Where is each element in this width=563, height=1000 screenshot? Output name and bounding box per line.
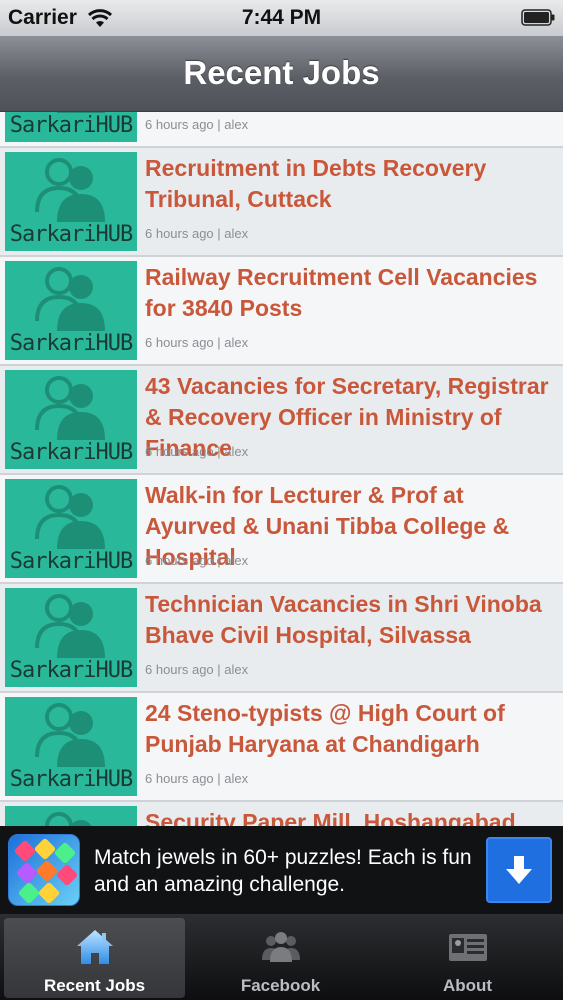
job-list-item[interactable]: SarkariHUB 24 Steno-typists @ High Court … (0, 693, 563, 802)
people-icon (262, 932, 300, 962)
job-meta: 6 hours ago | alex (145, 117, 249, 132)
job-thumbnail: SarkariHUB (5, 479, 137, 578)
job-title[interactable]: Security Paper Mill, Hoshangabad (145, 807, 555, 826)
page-title: Recent Jobs (183, 54, 380, 91)
tab-bar: Recent Jobs Facebook About (0, 914, 563, 1000)
job-thumbnail: SarkariHUB (5, 588, 137, 687)
thumbnail-brand-text: SarkariHUB (9, 440, 133, 465)
people-silhouette-icon (45, 812, 92, 826)
people-silhouette-icon (35, 267, 105, 331)
ad-app-icon[interactable] (8, 834, 80, 906)
job-meta: 6 hours ago | alex (145, 335, 249, 350)
id-card-icon (449, 934, 487, 961)
job-list-item[interactable]: SarkariHUB Technician Vacancies in Shri V… (0, 584, 563, 693)
job-thumbnail: SarkariHUB (5, 261, 137, 360)
battery-icon (521, 9, 555, 26)
thumbnail-brand-text: SarkariHUB (9, 113, 133, 138)
job-meta: 6 hours ago | alex (145, 662, 249, 677)
thumbnail-brand-text: SarkariHUB (9, 331, 133, 356)
job-title[interactable]: Technician Vacancies in Shri Vinoba Bhav… (145, 589, 555, 651)
tab-facebook[interactable]: Facebook (190, 918, 371, 998)
people-silhouette-icon (35, 703, 105, 767)
ad-text[interactable]: Match jewels in 60+ puzzles! Each is fun… (94, 844, 474, 898)
job-thumbnail: SarkariHUB (5, 806, 137, 826)
people-silhouette-icon (35, 376, 105, 440)
job-list-item[interactable]: SarkariHUB Railway Recruitment Cell Vacan… (0, 257, 563, 366)
job-meta: 6 hours ago | alex (145, 771, 249, 786)
job-title[interactable]: 24 Steno-typists @ High Court of Punjab … (145, 698, 555, 760)
job-list-item[interactable]: SarkariHUB Walk-in for Lecturer & Prof at… (0, 475, 563, 584)
job-meta: 6 hours ago | alex (145, 226, 249, 241)
thumbnail-brand-text: SarkariHUB (9, 222, 133, 247)
status-bar: Carrier 7:44 PM (0, 0, 563, 36)
home-icon (77, 930, 113, 964)
tab-recent-jobs[interactable]: Recent Jobs (4, 918, 185, 998)
ad-banner[interactable]: Match jewels in 60+ puzzles! Each is fun… (0, 826, 563, 914)
job-thumbnail: SarkariHUB (5, 697, 137, 796)
tab-about[interactable]: About (377, 918, 558, 998)
people-silhouette-icon (35, 158, 105, 222)
tab-label: Recent Jobs (43, 976, 146, 995)
download-arrow-icon (506, 856, 532, 884)
tab-label: Facebook (240, 976, 321, 995)
thumbnail-brand-text: SarkariHUB (9, 549, 133, 574)
job-list-item[interactable]: SarkariHUB 6 hours ago | alex (0, 112, 563, 148)
job-meta: 6 hours ago | alex (145, 444, 249, 459)
job-list[interactable]: SarkariHUB 6 hours ago | alex SarkariHUB Re… (0, 112, 563, 826)
job-list-item[interactable]: SarkariHUB 43 Vacancies for Secretary, Re… (0, 366, 563, 475)
thumbnail-brand-text: SarkariHUB (9, 767, 133, 792)
job-meta: 6 hours ago | alex (145, 553, 249, 568)
job-title[interactable]: Railway Recruitment Cell Vacancies for 3… (145, 262, 555, 324)
job-title[interactable]: Recruitment in Debts Recovery Tribunal, … (145, 153, 555, 215)
ad-download-button[interactable] (486, 837, 552, 903)
people-silhouette-icon (35, 485, 105, 549)
thumbnail-brand-text: SarkariHUB (9, 658, 133, 683)
job-list-item[interactable]: SarkariHUB Security Paper Mill, Hoshangab… (0, 802, 563, 826)
people-silhouette-icon (35, 594, 105, 658)
job-thumbnail: SarkariHUB (5, 112, 137, 142)
job-thumbnail: SarkariHUB (5, 370, 137, 469)
job-thumbnail: SarkariHUB (5, 152, 137, 251)
tab-label: About (442, 976, 493, 995)
navigation-bar: Recent Jobs (0, 36, 563, 112)
job-list-item[interactable]: SarkariHUB Recruitment in Debts Recovery … (0, 148, 563, 257)
clock: 7:44 PM (241, 6, 322, 29)
